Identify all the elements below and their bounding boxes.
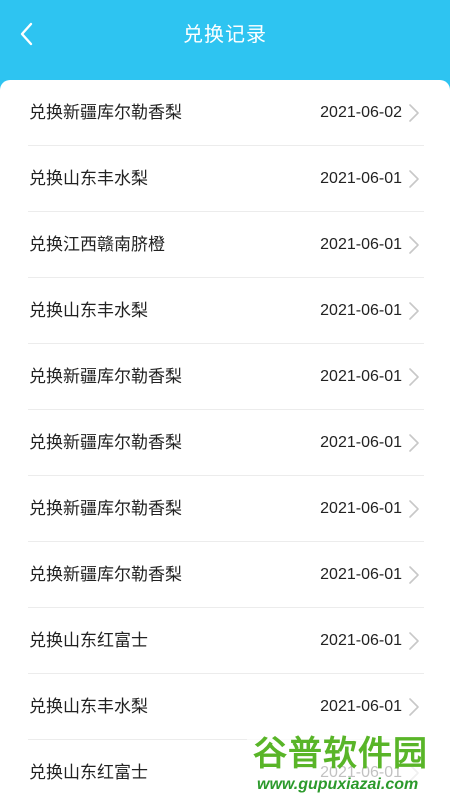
record-row[interactable]: 兑换新疆库尔勒香梨 2021-06-01 (28, 476, 424, 542)
record-date: 2021-06-01 (320, 434, 402, 451)
records-card: 兑换新疆库尔勒香梨 2021-06-02 兑换山东丰水梨 2021-06-01 兑换江西… (0, 80, 450, 800)
record-label: 兑换山东丰水梨 (29, 301, 148, 321)
record-row[interactable]: 兑换山东丰水梨 2021-06-01 (28, 278, 424, 344)
chevron-right-icon (409, 698, 419, 716)
record-label: 兑换新疆库尔勒香梨 (29, 433, 182, 453)
watermark-url: www.gupuxiazai.com (257, 776, 419, 793)
record-label: 兑换新疆库尔勒香梨 (29, 499, 182, 519)
chevron-right-icon (409, 566, 419, 584)
record-row[interactable]: 兑换新疆库尔勒香梨 2021-06-01 (28, 542, 424, 608)
chevron-right-icon (409, 500, 419, 518)
record-label: 兑换山东丰水梨 (29, 169, 148, 189)
record-label: 兑换新疆库尔勒香梨 (29, 367, 182, 387)
record-row[interactable]: 兑换新疆库尔勒香梨 2021-06-01 (28, 344, 424, 410)
record-label: 兑换山东丰水梨 (29, 697, 148, 717)
record-label: 兑换山东红富士 (29, 763, 148, 783)
record-date: 2021-06-01 (320, 368, 402, 385)
records-list: 兑换新疆库尔勒香梨 2021-06-02 兑换山东丰水梨 2021-06-01 兑换江西… (0, 80, 450, 800)
chevron-right-icon (409, 368, 419, 386)
record-date: 2021-06-02 (320, 104, 402, 121)
record-label: 兑换新疆库尔勒香梨 (29, 103, 182, 123)
watermark-logo: 谷普软件园 (253, 734, 428, 774)
record-date: 2021-06-01 (320, 632, 402, 649)
record-row[interactable]: 兑换山东丰水梨 2021-06-01 (28, 146, 424, 212)
chevron-right-icon (409, 104, 419, 122)
record-date: 2021-06-01 (320, 698, 402, 715)
record-row[interactable]: 兑换山东红富士 2021-06-01 (28, 608, 424, 674)
record-date: 2021-06-01 (320, 170, 402, 187)
chevron-right-icon (409, 302, 419, 320)
page-title: 兑换记录 (183, 22, 267, 46)
record-date: 2021-06-01 (320, 566, 402, 583)
record-date: 2021-06-01 (320, 236, 402, 253)
record-date: 2021-06-01 (320, 500, 402, 517)
record-label: 兑换山东红富士 (29, 631, 148, 651)
chevron-right-icon (409, 434, 419, 452)
record-row[interactable]: 兑换新疆库尔勒香梨 2021-06-02 (28, 80, 424, 146)
header-bar: 兑换记录 (0, 0, 450, 80)
record-label: 兑换新疆库尔勒香梨 (29, 565, 182, 585)
record-date: 2021-06-01 (320, 302, 402, 319)
record-row[interactable]: 兑换江西赣南脐橙 2021-06-01 (28, 212, 424, 278)
chevron-right-icon (409, 236, 419, 254)
record-label: 兑换江西赣南脐橙 (29, 235, 165, 255)
chevron-right-icon (409, 170, 419, 188)
record-row[interactable]: 兑换新疆库尔勒香梨 2021-06-01 (28, 410, 424, 476)
watermark: 谷普软件园 www.gupuxiazai.com (247, 730, 450, 800)
chevron-right-icon (409, 632, 419, 650)
